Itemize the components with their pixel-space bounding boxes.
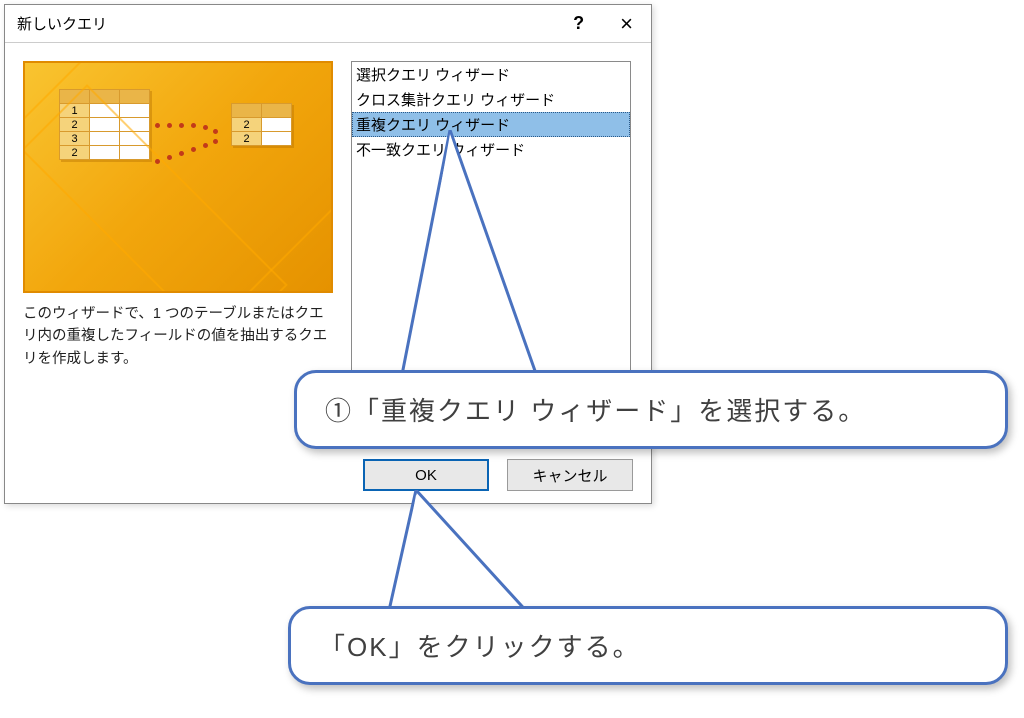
dialog-title: 新しいクエリ (17, 13, 107, 34)
preview-table-right: 2 2 (231, 103, 292, 146)
annotation-step1: ①「重複クエリ ウィザード」を選択する。 (294, 370, 1008, 449)
titlebar: 新しいクエリ ? × (5, 5, 651, 43)
list-item[interactable]: 選択クエリ ウィザード (352, 62, 630, 87)
cancel-button[interactable]: キャンセル (507, 459, 633, 491)
preview-table-left: 1 2 3 2 (59, 89, 150, 160)
wizard-description: このウィザードで、1 つのテーブルまたはクエリ内の重複したフィールドの値を抽出す… (23, 303, 333, 370)
help-button[interactable]: ? (563, 9, 594, 38)
close-button[interactable]: × (608, 11, 645, 37)
titlebar-controls: ? × (563, 9, 645, 38)
ok-button[interactable]: OK (363, 459, 489, 491)
list-item-selected[interactable]: 重複クエリ ウィザード (352, 112, 630, 137)
list-item[interactable]: 不一致クエリ ウィザード (352, 137, 630, 162)
list-item[interactable]: クロス集計クエリ ウィザード (352, 87, 630, 112)
annotation-step2: 「OK」をクリックする。 (288, 606, 1008, 685)
wizard-preview-image: 1 2 3 2 2 2 (23, 61, 333, 293)
left-column: 1 2 3 2 2 2 このウィザードで、1 つのテーブルまたはクエリ内の (23, 61, 333, 445)
dialog-button-row: OK キャンセル (363, 459, 633, 491)
